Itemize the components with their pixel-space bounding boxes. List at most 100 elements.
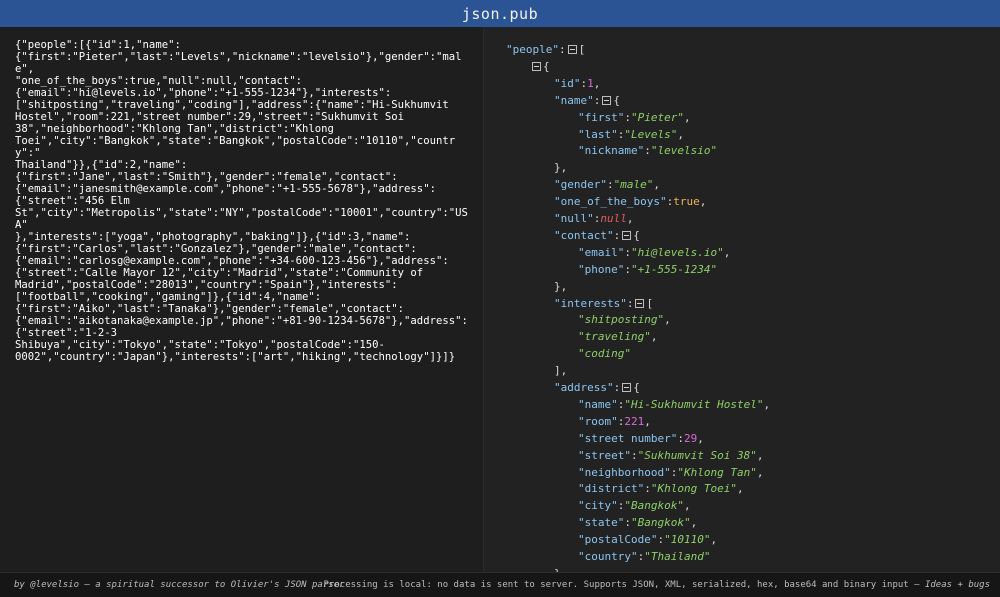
tree-token: "Bangkok" (630, 516, 691, 530)
tree-row: "email":"hi@levels.io", (578, 244, 730, 261)
tree-row: "nickname":"levelsio" (578, 142, 717, 159)
tree-row: "district":"Khlong Toei", (578, 480, 744, 497)
collapse-toggle-icon[interactable] (635, 298, 645, 308)
tree-token: , (690, 516, 698, 530)
tree-token: , (626, 212, 634, 225)
tree-row: "postalCode":"10110", (578, 531, 717, 548)
tree-token: , (683, 499, 691, 513)
tree-row: "coding" (578, 345, 631, 362)
tree-row: "city":"Bangkok", (578, 497, 691, 514)
tree-token: : (613, 228, 621, 242)
footer-info-text: Processing is local: no data is sent to … (323, 580, 925, 590)
tree-token: "name" (554, 93, 594, 107)
tree-token: "nickname" (578, 144, 645, 158)
tree-token: "email" (578, 245, 625, 259)
tree-row: "last":"Levels", (578, 126, 684, 143)
tree-token: "Pieter" (630, 110, 684, 124)
tree-token: true (673, 195, 700, 209)
tree-token: "Sukhumvit Soi 38" (637, 448, 757, 462)
tree-token: [ (646, 296, 654, 310)
tree-row: "contact": { (554, 227, 640, 244)
collapse-toggle-icon[interactable] (567, 45, 577, 54)
tree-token: 221 (624, 414, 645, 428)
tree-row: "name": { (554, 92, 620, 109)
footer-info: Processing is local: no data is sent to … (324, 580, 990, 590)
tree-row: "id":1, (554, 75, 600, 92)
tree-token: , (697, 431, 704, 445)
tree-token: : (677, 431, 684, 445)
tree-row: "people": [ (506, 41, 585, 58)
tree-token: : (624, 245, 631, 259)
tree-token: null (600, 212, 627, 225)
tree-token: "neighborhood" (578, 465, 671, 479)
collapse-toggle-icon[interactable] (532, 61, 541, 71)
tree-token: , (723, 245, 731, 259)
tree-token: { (543, 59, 550, 73)
tree-row: "address": { (554, 379, 640, 396)
collapse-toggle-icon[interactable] (602, 95, 612, 105)
tree-token: "district" (578, 482, 645, 496)
tree-token: "city" (578, 499, 618, 513)
tree-token: , (763, 397, 771, 411)
tree-token: "Thailand" (644, 550, 711, 563)
tree-token: : (624, 516, 631, 530)
tree-token: "contact" (554, 228, 614, 242)
tree-row: "null":null, (554, 210, 634, 227)
tree-token: { (633, 228, 640, 242)
tree-token: 1 (587, 76, 594, 90)
tree-token: "Hi-Sukhumvit Hostel" (624, 397, 764, 411)
tree-row: }, (554, 159, 567, 176)
tree-row: "first":"Pieter", (578, 109, 691, 126)
tree-token: }, (554, 161, 568, 175)
tree-token: "null" (554, 212, 594, 225)
tree-row: "street":"Sukhumvit Soi 38", (578, 447, 763, 464)
footer: by @levelsio — a spiritual successor to … (0, 572, 1000, 597)
tree-token: : (606, 178, 614, 192)
tree-token: , (699, 195, 707, 209)
tree-row: { (530, 58, 550, 75)
tree-row: } (554, 565, 561, 572)
collapse-toggle-icon[interactable] (622, 230, 632, 240)
tree-row: "state":"Bangkok", (578, 514, 697, 531)
tree-token: "hi@levels.io" (630, 245, 724, 259)
input-panel[interactable]: {"people":[{"id":1,"name": {"first":"Pie… (0, 27, 483, 572)
ideas-bugs-link[interactable]: Ideas + bugs (925, 580, 990, 590)
tree-token: "Khlong Toei" (650, 482, 737, 496)
tree-token: "+1-555-1234" (630, 262, 718, 276)
tree-token: : (630, 448, 638, 462)
tree-token: [ (578, 43, 586, 56)
tree-token: "state" (578, 516, 625, 530)
tree-token: "phone" (578, 262, 625, 276)
tree-token: : (626, 296, 634, 310)
tree-token: }, (554, 279, 568, 293)
tree-row: "traveling", (578, 328, 657, 345)
raw-json-input[interactable]: {"people":[{"id":1,"name": {"first":"Pie… (15, 39, 477, 363)
tree-row: }, (554, 278, 567, 295)
collapse-toggle-icon[interactable] (622, 383, 632, 392)
tree-token: , (710, 533, 718, 547)
tree-token: , (653, 178, 660, 192)
tree-token: "coding" (578, 347, 631, 361)
output-panel[interactable]: "people":[{"id":1, "name":{"first":"Piete… (484, 27, 1000, 572)
tree-token: "postalCode" (578, 533, 658, 547)
tree-token: "first" (578, 110, 625, 124)
tree-token: , (650, 330, 658, 344)
tree-row: "room":221, (578, 413, 651, 430)
tree-token: 29 (683, 431, 698, 445)
tree-token: , (683, 110, 691, 124)
tree-token: "Levels" (624, 127, 678, 141)
tree-row: ], (554, 362, 567, 379)
tree-token: "gender" (554, 178, 607, 192)
tree-token: "people" (506, 43, 559, 56)
tree-token: { (613, 93, 620, 107)
tree-token: , (664, 313, 671, 327)
tree-token: , (593, 76, 601, 90)
tree-token: "one_of_the_boys" (554, 195, 667, 209)
tree-token: : (624, 262, 631, 276)
tree-token: { (633, 381, 640, 394)
tree-token: "id" (554, 76, 581, 90)
tree-token: ], (554, 364, 568, 378)
tree-token: : (644, 482, 651, 496)
tree-row: "country":"Thailand" (578, 548, 710, 565)
tree-token: "10110" (664, 533, 711, 547)
